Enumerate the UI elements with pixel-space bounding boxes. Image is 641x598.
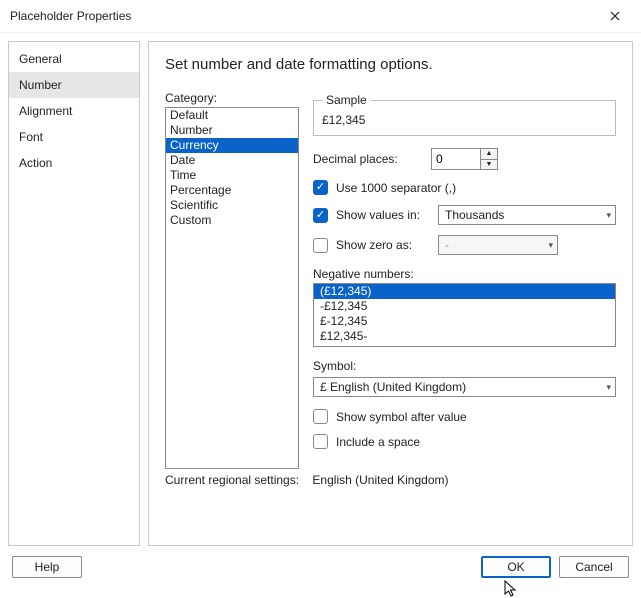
neg-opt-0[interactable]: (£12,345) (314, 284, 615, 299)
spinner-down-icon[interactable]: ▼ (481, 160, 497, 170)
symbol-label: Symbol: (313, 359, 616, 373)
sidebar-item-label: General (19, 52, 62, 66)
titlebar: Placeholder Properties (0, 0, 641, 33)
sidebar: General Number Alignment Font Action (8, 41, 140, 546)
neg-opt-3[interactable]: £12,345- (314, 329, 615, 344)
chevron-down-icon: ▾ (548, 240, 553, 251)
sidebar-item-label: Number (19, 78, 62, 92)
cancel-button[interactable]: Cancel (559, 556, 629, 578)
page-title: Set number and date formatting options. (165, 56, 616, 73)
close-button[interactable] (597, 2, 633, 30)
chevron-down-icon: ▾ (606, 382, 611, 393)
show-zero-as-checkbox[interactable] (313, 238, 328, 253)
sidebar-item-general[interactable]: General (9, 46, 139, 72)
negative-numbers-label: Negative numbers: (313, 267, 616, 281)
category-opt-default[interactable]: Default (166, 108, 298, 123)
use-separator-row[interactable]: Use 1000 separator (,) (313, 180, 616, 195)
sample-group: Sample £12,345 (313, 93, 616, 136)
neg-opt-2[interactable]: £-12,345 (314, 314, 615, 329)
close-icon (610, 11, 620, 21)
symbol-value: £ English (United Kingdom) (320, 380, 600, 394)
include-space-label: Include a space (336, 435, 420, 449)
symbol-select[interactable]: £ English (United Kingdom) ▾ (313, 377, 616, 397)
show-symbol-after-label: Show symbol after value (336, 410, 467, 424)
negative-numbers-listbox[interactable]: (£12,345) -£12,345 £-12,345 £12,345- (313, 283, 616, 347)
show-values-in-select[interactable]: Thousands ▾ (438, 205, 616, 225)
regional-settings-value: English (United Kingdom) (312, 473, 448, 487)
decimal-places-row: Decimal places: ▲ ▼ (313, 148, 616, 170)
category-listbox[interactable]: Default Number Currency Date Time Percen… (165, 107, 299, 469)
category-opt-time[interactable]: Time (166, 168, 298, 183)
sidebar-item-font[interactable]: Font (9, 124, 139, 150)
decimal-places-spinner[interactable]: ▲ ▼ (431, 148, 498, 170)
neg-opt-1[interactable]: -£12,345 (314, 299, 615, 314)
dialog-window: Placeholder Properties General Number Al… (0, 0, 641, 590)
show-zero-as-row: Show zero as: - ▾ (313, 235, 616, 255)
ok-button[interactable]: OK (481, 556, 551, 578)
show-values-in-label: Show values in: (336, 208, 430, 222)
decimal-places-input[interactable] (432, 149, 480, 169)
sidebar-item-label: Font (19, 130, 43, 144)
category-opt-scientific[interactable]: Scientific (166, 198, 298, 213)
category-opt-date[interactable]: Date (166, 153, 298, 168)
regional-settings-row: Current regional settings: English (Unit… (165, 473, 616, 487)
show-symbol-after-row[interactable]: Show symbol after value (313, 409, 616, 424)
regional-settings-label: Current regional settings: (165, 473, 299, 487)
button-bar: Help OK Cancel (0, 550, 641, 590)
include-space-checkbox[interactable] (313, 434, 328, 449)
spinner-up-icon[interactable]: ▲ (481, 149, 497, 160)
show-zero-as-label: Show zero as: (336, 238, 430, 252)
sidebar-item-label: Action (19, 156, 52, 170)
show-values-in-row: Show values in: Thousands ▾ (313, 205, 616, 225)
include-space-row[interactable]: Include a space (313, 434, 616, 449)
window-title: Placeholder Properties (10, 9, 597, 23)
show-values-in-value: Thousands (445, 208, 600, 222)
sidebar-item-label: Alignment (19, 104, 72, 118)
sidebar-item-number[interactable]: Number (9, 72, 139, 98)
options-column: Sample £12,345 Decimal places: ▲ ▼ (313, 91, 616, 459)
show-zero-as-value: - (445, 238, 542, 252)
decimal-places-label: Decimal places: (313, 152, 423, 166)
use-separator-checkbox[interactable] (313, 180, 328, 195)
category-opt-number[interactable]: Number (166, 123, 298, 138)
show-symbol-after-checkbox[interactable] (313, 409, 328, 424)
category-opt-currency[interactable]: Currency (166, 138, 298, 153)
sidebar-item-action[interactable]: Action (9, 150, 139, 176)
dialog-body: General Number Alignment Font Action Set… (0, 33, 641, 550)
category-opt-percentage[interactable]: Percentage (166, 183, 298, 198)
category-opt-custom[interactable]: Custom (166, 213, 298, 228)
main-panel: Set number and date formatting options. … (148, 41, 633, 546)
show-values-in-checkbox[interactable] (313, 208, 328, 223)
sample-value: £12,345 (322, 113, 607, 127)
help-button[interactable]: Help (12, 556, 82, 578)
chevron-down-icon: ▾ (606, 210, 611, 221)
show-zero-as-select[interactable]: - ▾ (438, 235, 558, 255)
category-label: Category: (165, 91, 299, 105)
use-separator-label: Use 1000 separator (,) (336, 181, 456, 195)
sidebar-item-alignment[interactable]: Alignment (9, 98, 139, 124)
sample-legend: Sample (322, 93, 371, 107)
